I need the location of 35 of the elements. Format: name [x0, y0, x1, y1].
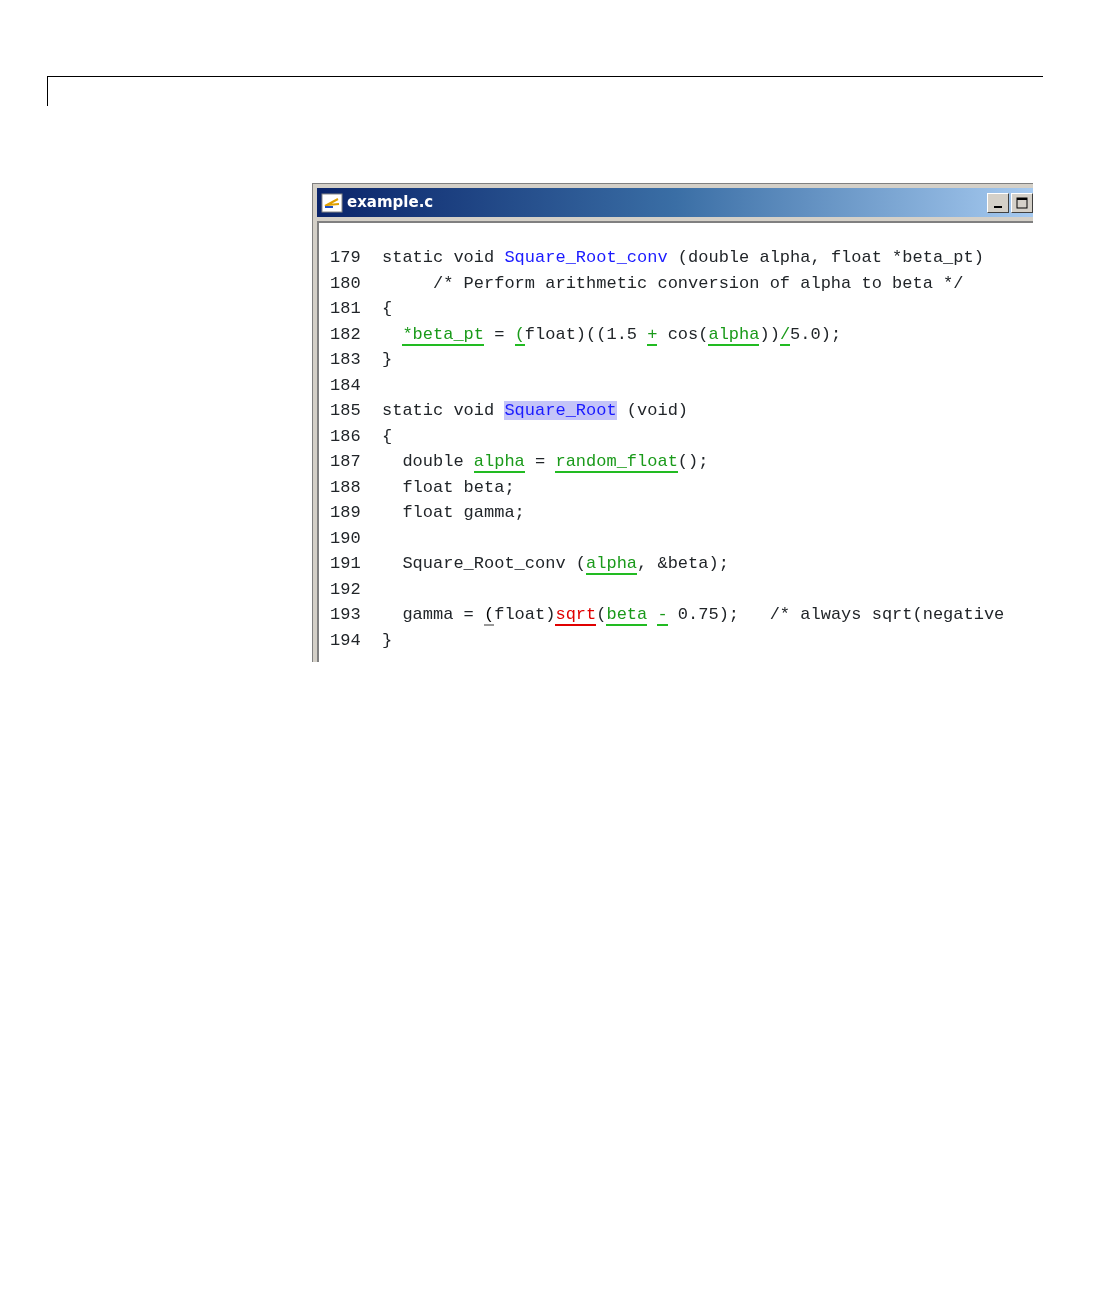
code-line: double alpha = random_float();: [401, 451, 709, 475]
window-title: example.c: [347, 192, 434, 214]
line-number: 182: [329, 323, 362, 346]
line-number: 181: [329, 298, 362, 320]
code-line: static void Square_Root (void): [382, 400, 689, 422]
line-number: 188: [329, 476, 362, 499]
code-line: }: [382, 349, 393, 371]
code-line: {: [382, 298, 393, 320]
code-line: /* Perform arithmetic conversion of alpha to beta */: [432, 272, 964, 295]
line-number: 189: [329, 502, 362, 524]
line-number: 191: [329, 553, 362, 575]
maximize-button[interactable]: [1011, 192, 1033, 213]
line-number: 180: [329, 272, 362, 295]
minimize-icon: [994, 205, 1002, 208]
maximize-icon: [1016, 196, 1028, 209]
line-number: 186: [329, 425, 362, 448]
line-number: 183: [329, 349, 362, 371]
code-line: float gamma;: [401, 502, 525, 524]
code-line: *beta_pt = (float)((1.5 + cos(alpha))/5.0);: [401, 323, 842, 347]
code-line: }: [382, 629, 393, 652]
minimize-button[interactable]: [987, 192, 1009, 213]
code-line: {: [382, 425, 393, 448]
code-line: gamma = (float)sqrt(beta - 0.75); /* always sqrt(negative: [401, 604, 1005, 628]
line-number: 185: [329, 400, 362, 422]
line-number: 190: [329, 527, 362, 550]
code-line: float beta;: [401, 476, 515, 499]
line-number: 187: [329, 451, 362, 473]
code-line: Square_Root_conv (alpha, &beta);: [401, 553, 729, 577]
line-number: 193: [329, 604, 362, 626]
line-number: 194: [329, 629, 362, 652]
line-number: 184: [329, 374, 362, 397]
file-icon: [321, 192, 343, 213]
line-number: 192: [329, 578, 362, 601]
code-line: static void Square_Root_conv (double alpha, float *beta_pt): [382, 247, 984, 269]
line-number: 179: [329, 247, 362, 269]
